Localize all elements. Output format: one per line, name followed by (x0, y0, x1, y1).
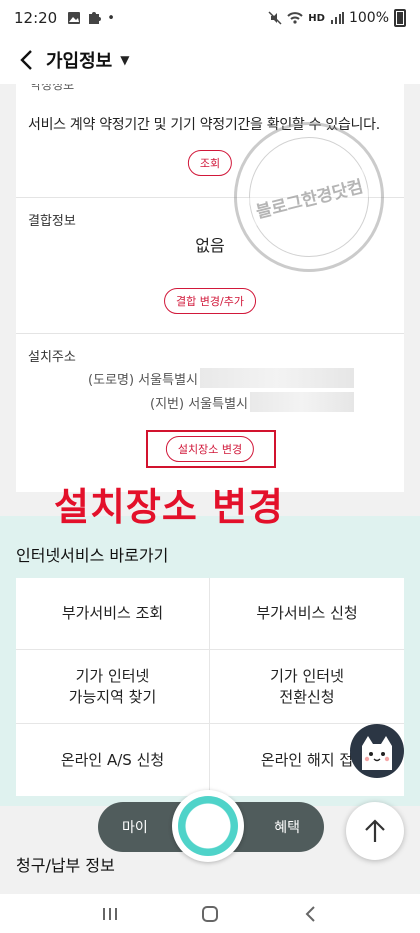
mute-icon (268, 11, 282, 25)
caret-down-icon[interactable]: ▼ (120, 53, 129, 67)
signal-icon (330, 12, 344, 24)
chatbot-button[interactable] (350, 724, 404, 778)
shortcut-online-as[interactable]: 온라인 A/S 신청 (16, 724, 210, 796)
status-time: 12:20 (14, 9, 58, 27)
lot-address-text: (지번) 서울특별시 (150, 396, 248, 412)
lot-address: (지번) 서울특별시 (150, 392, 354, 412)
contract-label: 약정정보 (30, 84, 75, 92)
status-bar: 12:20 • HD 100% (0, 0, 420, 36)
home-center-button[interactable] (172, 790, 244, 862)
puzzle-icon (89, 12, 102, 24)
blurred-address (250, 392, 354, 412)
recent-apps-icon[interactable] (90, 899, 130, 929)
app-header: 가입정보 ▼ (0, 36, 420, 84)
tab-benefit[interactable]: 혜택 (274, 817, 300, 837)
shortcut-grid: 부가서비스 조회 부가서비스 신청 기가 인터넷 가능지역 찾기 기가 인터넷 … (16, 578, 404, 796)
system-nav-bar (0, 894, 420, 933)
contract-view-button[interactable]: 조회 (187, 150, 233, 176)
battery-percent: 100% (348, 10, 389, 26)
tab-my[interactable]: 마이 (122, 817, 148, 837)
combine-label: 결합정보 (28, 214, 76, 229)
shortcut-addon-view[interactable]: 부가서비스 조회 (16, 578, 210, 650)
highlight-box (146, 430, 276, 468)
arrow-up-icon (365, 819, 385, 842)
address-label: 설치주소 (28, 350, 76, 365)
blurred-address (200, 368, 354, 388)
shortcut-addon-apply[interactable]: 부가서비스 신청 (210, 578, 404, 650)
road-address-text: (도로명) 서울특별시 (88, 372, 198, 388)
dot-icon: • (107, 10, 115, 26)
cat-mascot-icon (362, 736, 392, 770)
combine-change-button[interactable]: 결합 변경/추가 (164, 288, 256, 314)
annotation-text: 설치장소 변경 (54, 485, 284, 529)
address-section: 설치주소 (도로명) 서울특별시 (지번) 서울특별시 설치장소 변경 (16, 334, 404, 492)
back-arrow-icon[interactable] (14, 48, 38, 72)
battery-icon (394, 9, 406, 27)
wifi-icon (287, 12, 303, 24)
gallery-icon (68, 12, 81, 24)
page-content[interactable]: 약정정보 서비스 계약 약정기간 및 기기 약정기간을 확인할 수 있습니다. … (0, 84, 420, 894)
center-ring-icon (178, 796, 238, 856)
shortcut-title: 인터넷서비스 바로가기 (16, 546, 169, 565)
scroll-top-button[interactable] (346, 802, 404, 860)
home-icon[interactable] (190, 899, 230, 929)
page-title[interactable]: 가입정보 (46, 47, 112, 73)
network-type: HD (308, 12, 325, 24)
back-icon[interactable] (290, 899, 330, 929)
billing-title[interactable]: 청구/납부 정보 (16, 852, 115, 876)
road-address: (도로명) 서울특별시 (88, 368, 354, 388)
watermark-text: 블로그한경닷컴 (248, 168, 370, 226)
shortcut-giga-area-search[interactable]: 기가 인터넷 가능지역 찾기 (16, 650, 210, 724)
shortcut-giga-switch-apply[interactable]: 기가 인터넷 전환신청 (210, 650, 404, 724)
